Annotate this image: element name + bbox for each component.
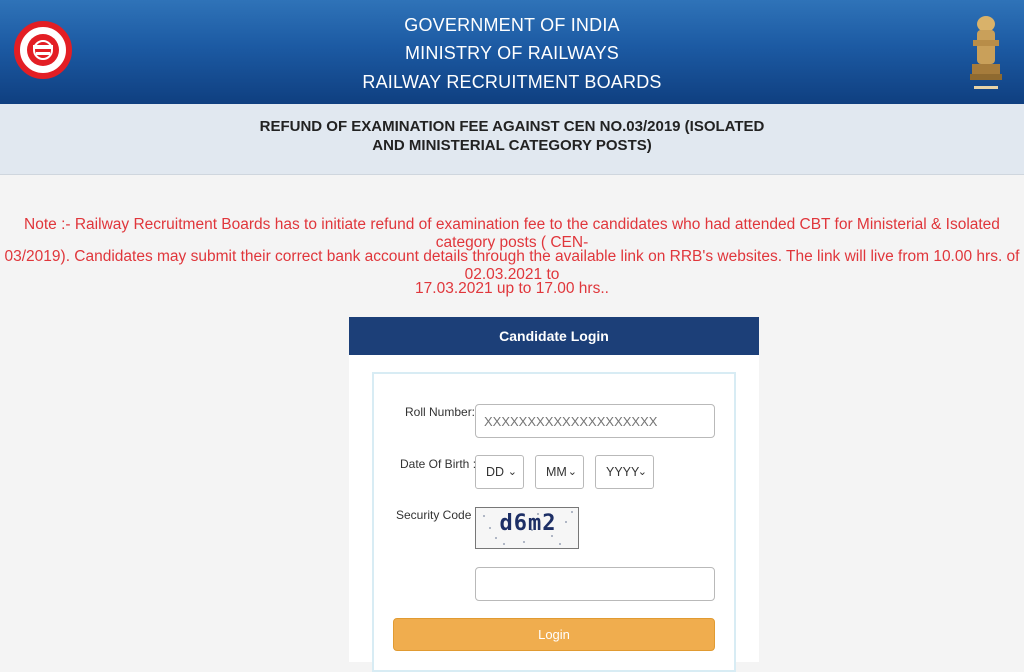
site-header: GOVERNMENT OF INDIA MINISTRY OF RAILWAYS…	[0, 0, 1024, 104]
roll-number-input[interactable]	[475, 404, 715, 438]
captcha-image: d6m2	[475, 507, 579, 549]
security-code-input[interactable]	[475, 567, 715, 601]
page-title-line2: AND MINISTERIAL CATEGORY POSTS)	[372, 137, 652, 154]
header-line-rrb: RAILWAY RECRUITMENT BOARDS	[362, 72, 662, 92]
roll-number-label: Roll Number:*	[405, 405, 480, 419]
header-line-government: GOVERNMENT OF INDIA	[404, 15, 620, 35]
chevron-down-icon: ⌄	[637, 466, 647, 478]
page-title-bar: REFUND OF EXAMINATION FEE AGAINST CEN NO…	[0, 104, 1024, 175]
national-emblem-icon	[970, 16, 1002, 89]
dob-year-select[interactable]: YYYY ⌄	[595, 455, 654, 489]
chevron-down-icon: ⌄	[507, 466, 517, 478]
login-button[interactable]: Login	[393, 618, 715, 651]
note-line3: 17.03.2021 up to 17.00 hrs..	[415, 280, 609, 297]
page-title-line1: REFUND OF EXAMINATION FEE AGAINST CEN NO…	[259, 118, 765, 135]
chevron-down-icon: ⌄	[567, 466, 577, 478]
candidate-login-heading: Candidate Login	[349, 317, 759, 355]
dob-day-select[interactable]: DD ⌄	[475, 455, 524, 489]
security-code-label: Security Code :*	[396, 508, 483, 522]
captcha-text: d6m2	[499, 511, 557, 536]
note-line1: Note :- Railway Recruitment Boards has t…	[24, 216, 1000, 251]
note-line2: 03/2019). Candidates may submit their co…	[4, 248, 1020, 283]
dob-month-select[interactable]: MM ⌄	[535, 455, 584, 489]
dob-label: Date Of Birth :*	[400, 457, 481, 471]
header-line-ministry: MINISTRY OF RAILWAYS	[404, 43, 620, 63]
